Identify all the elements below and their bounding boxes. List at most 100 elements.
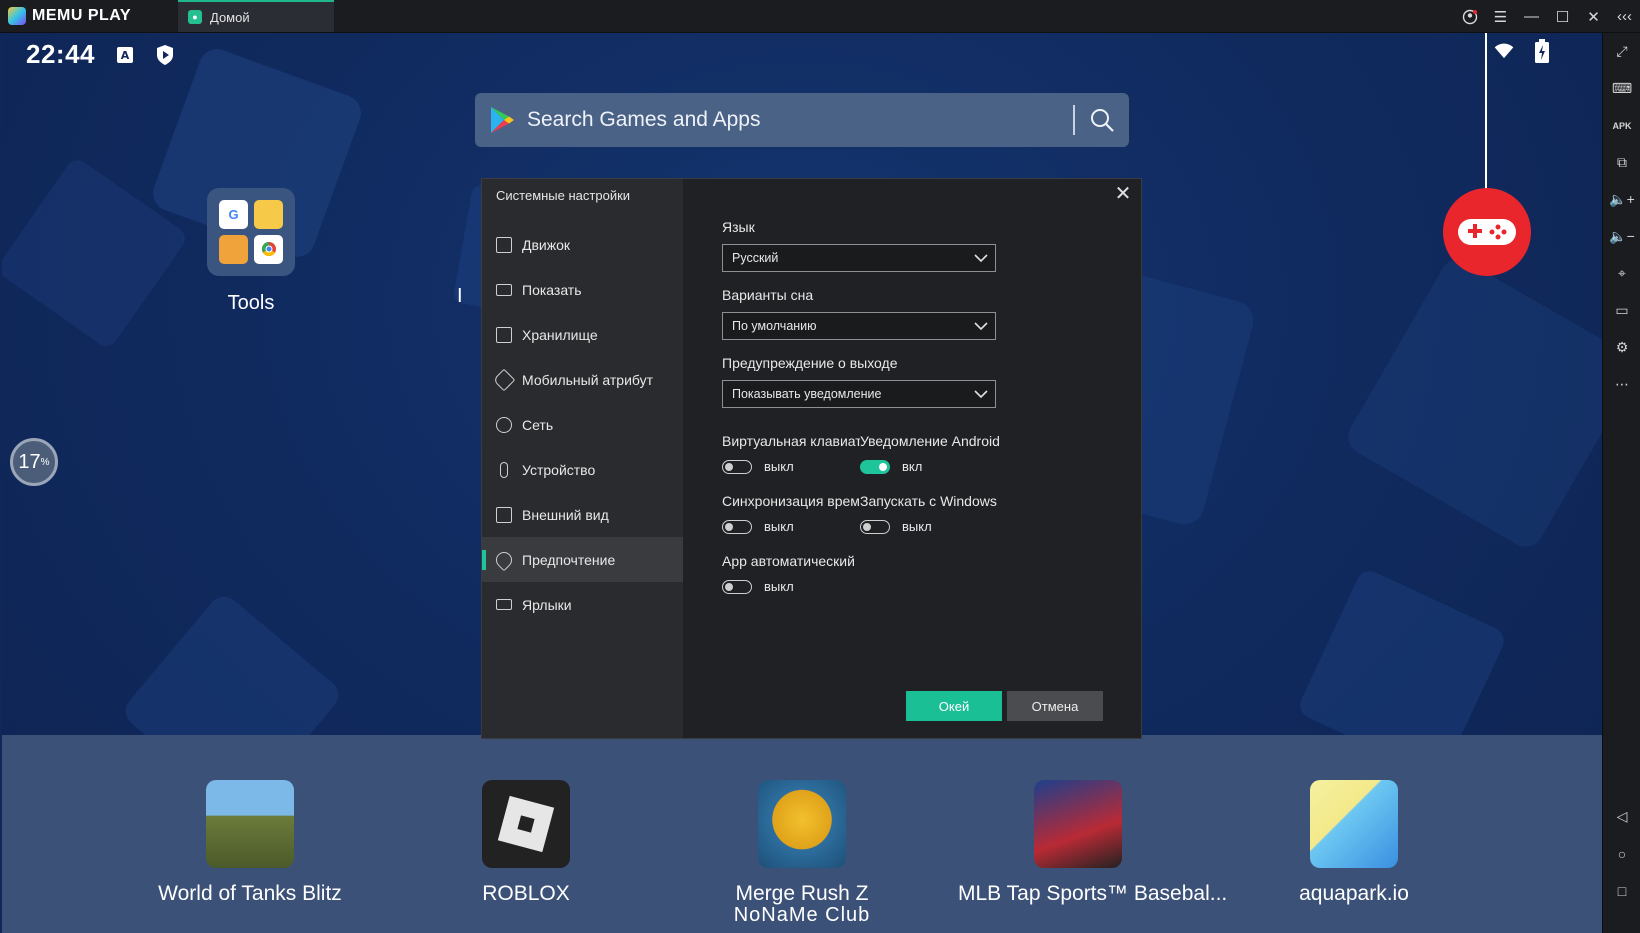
settings-gear-icon[interactable]: ⚙: [1603, 329, 1640, 366]
menu-item-engine[interactable]: Движок: [482, 222, 683, 267]
menu-item-display[interactable]: Показать: [482, 267, 683, 312]
time-sync-toggle[interactable]: [722, 519, 752, 534]
system-settings-dialog: Системные настройки Движок Показать Хран…: [481, 178, 1142, 739]
memu-logo: MEMU PLAY: [0, 7, 178, 25]
file-manager-icon: [219, 234, 248, 264]
tools-folder[interactable]: G Tools: [207, 188, 295, 315]
tab-home[interactable]: ● Домой: [178, 0, 334, 32]
virtual-keyboard-toggle[interactable]: [722, 459, 752, 474]
toggle-state: выкл: [764, 459, 794, 474]
storage-icon: [496, 326, 512, 343]
time-sync-toggle-row: выкл: [722, 519, 794, 534]
menu-item-network[interactable]: Сеть: [482, 402, 683, 447]
performance-indicator[interactable]: 17%: [10, 438, 58, 486]
world-of-tanks-icon: [206, 780, 294, 868]
menu-item-appearance[interactable]: Внешний вид: [482, 492, 683, 537]
apk-install-icon[interactable]: APK: [1603, 107, 1640, 144]
back-icon[interactable]: ◁: [1603, 798, 1640, 835]
dialog-close-icon[interactable]: ✕: [1113, 184, 1133, 205]
volume-up-icon[interactable]: 🔈+: [1603, 181, 1640, 218]
menu-item-device[interactable]: Устройство: [482, 447, 683, 492]
minimize-icon[interactable]: —: [1516, 0, 1547, 33]
start-with-windows-toggle[interactable]: [860, 519, 890, 534]
search-icon[interactable]: [1089, 107, 1115, 133]
multi-instance-icon[interactable]: ⧉: [1603, 144, 1640, 181]
search-bar[interactable]: Search Games and Apps: [475, 93, 1129, 147]
menu-icon[interactable]: ☰: [1485, 0, 1516, 33]
memu-logo-icon: [8, 7, 26, 25]
android-screen: 22:44 A Search Games and Apps G Tools I …: [2, 33, 1602, 933]
menu-item-preference[interactable]: Предпочтение: [482, 537, 683, 582]
sleep-options-select[interactable]: По умолчанию: [722, 312, 996, 340]
app-label: World of Tanks Blitz: [158, 882, 342, 905]
app-sublabel: NoNaMe Club: [733, 904, 871, 926]
chevron-down-icon: [974, 390, 988, 399]
cancel-button[interactable]: Отмена: [1007, 691, 1103, 721]
app-merge-rush-z[interactable]: Merge Rush Z NoNaMe Club: [682, 780, 922, 927]
app-label: MLB Tap Sports™ Basebal...: [958, 882, 1228, 905]
exit-warning-select[interactable]: Показывать уведомление: [722, 380, 996, 408]
keyboard-mapping-icon[interactable]: ⌨: [1603, 70, 1640, 107]
android-notify-toggle[interactable]: [860, 459, 890, 474]
gamepad-button[interactable]: [1443, 188, 1531, 276]
start-with-windows-label: Запускать с Windows: [860, 493, 997, 509]
app-auto-toggle-row: выкл: [722, 579, 794, 594]
aquapark-icon: [1310, 780, 1398, 868]
app-auto-label: App автоматический: [722, 553, 855, 569]
virtual-keyboard-label: Виртуальная клавиат: [722, 433, 860, 449]
menu-item-label: Устройство: [522, 461, 596, 478]
gamepad-icon: [1458, 219, 1516, 245]
collapse-sidebar-icon[interactable]: ‹‹‹: [1609, 0, 1640, 33]
app-auto-toggle[interactable]: [722, 579, 752, 594]
language-value: Русский: [732, 251, 779, 265]
menu-item-mobile-attribute[interactable]: Мобильный атрибут: [482, 357, 683, 402]
dialog-title: Системные настройки: [496, 188, 631, 203]
window-icon: [496, 506, 512, 523]
app-roblox[interactable]: ROBLOX: [406, 780, 646, 906]
shield-play-icon: [155, 44, 175, 65]
maximize-icon[interactable]: ☐: [1547, 0, 1578, 33]
battery-charging-icon: [1532, 39, 1552, 63]
menu-item-label: Ярлыки: [522, 596, 572, 613]
performance-percent-sign: %: [40, 456, 50, 468]
fullscreen-icon[interactable]: ⤢: [1603, 33, 1640, 70]
more-icon[interactable]: ⋯: [1603, 366, 1640, 403]
google-icon: G: [219, 200, 248, 229]
toggle-state: вкл: [902, 459, 923, 474]
chip-icon: [496, 236, 512, 253]
svg-text:A: A: [121, 49, 130, 62]
roblox-icon: [482, 780, 570, 868]
location-icon[interactable]: ⌖: [1603, 255, 1640, 292]
menu-item-label: Хранилище: [522, 326, 598, 343]
language-select[interactable]: Русский: [722, 244, 996, 272]
monitor-icon: [496, 283, 512, 296]
keyboard-a-icon: A: [115, 45, 135, 65]
app-aquapark[interactable]: aquapark.io: [1234, 780, 1474, 906]
menu-item-label: Предпочтение: [522, 551, 616, 568]
menu-item-shortcuts[interactable]: Ярлыки: [482, 582, 683, 627]
volume-down-icon[interactable]: 🔈−: [1603, 218, 1640, 255]
shared-folder-icon[interactable]: ▭: [1603, 292, 1640, 329]
home-icon[interactable]: ○: [1603, 835, 1640, 872]
app-mlb-tap-sports[interactable]: MLB Tap Sports™ Basebal...: [958, 780, 1228, 906]
chevron-down-icon: [974, 254, 988, 263]
emulator-toolbar: ⤢ ⌨ APK ⧉ 🔈+ 🔈− ⌖ ▭ ⚙ ⋯ ◁ ○ □: [1602, 33, 1640, 933]
toggle-state: выкл: [764, 579, 794, 594]
menu-item-storage[interactable]: Хранилище: [482, 312, 683, 357]
close-icon[interactable]: ✕: [1578, 0, 1609, 33]
play-store-icon: [491, 107, 514, 133]
menu-item-label: Сеть: [522, 416, 554, 433]
recents-icon[interactable]: □: [1603, 872, 1640, 909]
app-world-of-tanks[interactable]: World of Tanks Blitz: [130, 780, 370, 906]
home-tab-icon: ●: [188, 10, 202, 24]
title-bar: MEMU PLAY ● Домой ☰ — ☐ ✕ ‹‹‹: [0, 0, 1640, 33]
account-icon[interactable]: [1454, 0, 1485, 33]
clock: 22:44: [26, 39, 95, 69]
mlb-tap-sports-icon: [1034, 780, 1122, 868]
memu-window: MEMU PLAY ● Домой ☰ — ☐ ✕ ‹‹‹ 22:44 A Se…: [0, 0, 1640, 933]
status-bar-right: [1494, 39, 1552, 63]
search-input[interactable]: Search Games and Apps: [527, 108, 1073, 132]
brand-name: MEMU PLAY: [32, 7, 132, 24]
ok-button[interactable]: Окей: [906, 691, 1002, 721]
partial-desktop-label: I: [457, 285, 463, 307]
